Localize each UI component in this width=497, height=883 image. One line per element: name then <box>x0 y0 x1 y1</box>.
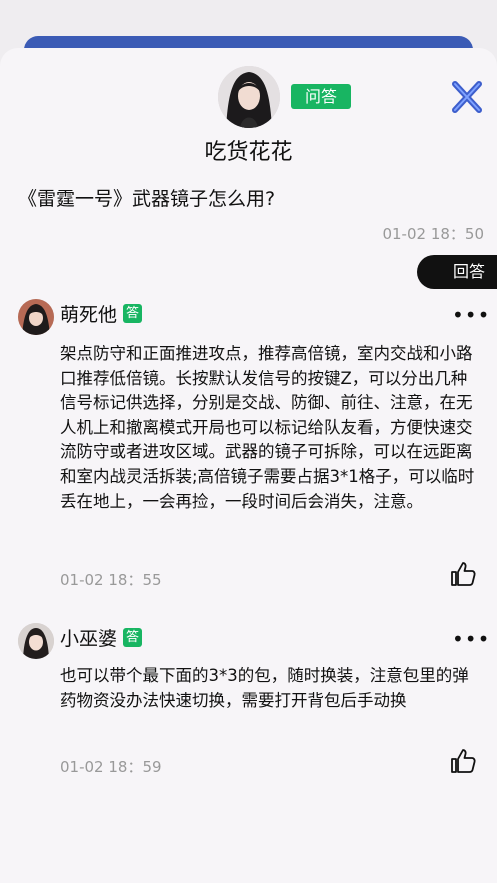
answer-author-name[interactable]: 萌死他答 <box>60 302 143 328</box>
answer-author-label: 萌死他 <box>60 304 118 326</box>
answer-author-label: 小巫婆 <box>60 628 118 650</box>
answer-author-name[interactable]: 小巫婆答 <box>60 626 143 652</box>
question-timestamp: 01-02 18：50 <box>382 225 484 243</box>
answer-avatar[interactable] <box>18 299 54 335</box>
close-icon[interactable] <box>449 80 485 114</box>
answer-timestamp: 01-02 18：55 <box>60 571 162 589</box>
thumbs-up-icon[interactable] <box>450 748 476 774</box>
question-title: 《雷霆一号》武器镜子怎么用? <box>18 188 276 210</box>
more-icon[interactable]: ••• <box>452 629 490 649</box>
answer-badge: 答 <box>123 628 143 647</box>
thumbs-up-icon[interactable] <box>450 561 476 587</box>
answer-avatar[interactable] <box>18 623 54 659</box>
answer-timestamp: 01-02 18：59 <box>60 758 162 776</box>
author-name[interactable]: 吃货花花 <box>0 138 497 168</box>
author-avatar[interactable] <box>218 66 280 128</box>
more-icon[interactable]: ••• <box>452 305 490 325</box>
reply-button[interactable]: 回答 <box>417 255 497 289</box>
question-type-badge: 问答 <box>291 84 351 109</box>
answer-badge: 答 <box>123 304 143 323</box>
answer-text: 也可以带个最下面的3*3的包，随时换装，注意包里的弹药物资没办法快速切换，需要打… <box>60 666 469 710</box>
answer-text: 架点防守和正面推进攻点，推荐高倍镜，室内交战和小路口推荐低倍镜。长按默认发信号的… <box>60 344 475 511</box>
